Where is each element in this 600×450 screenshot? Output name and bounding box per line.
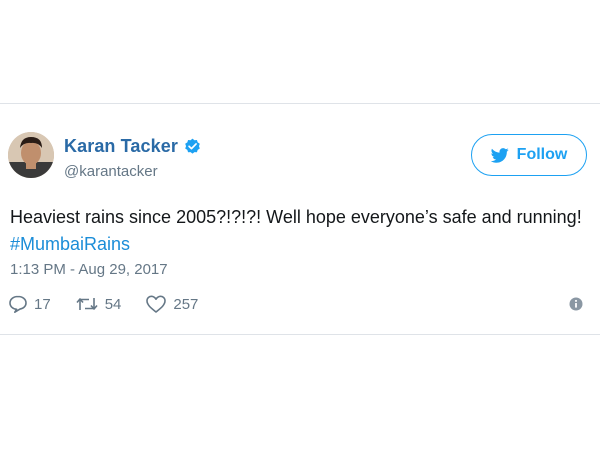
retweet-count: 54 [104, 295, 122, 313]
retweet-icon [76, 298, 98, 310]
follow-button-label: Follow [516, 146, 568, 163]
reply-icon [9, 295, 27, 313]
avatar-image [8, 132, 54, 178]
display-name[interactable]: Karan Tacker [64, 136, 178, 157]
verified-badge-icon [185, 138, 200, 154]
reply-count: 17 [34, 295, 51, 313]
display-name-row: Karan Tacker [64, 135, 201, 157]
like-count: 257 [173, 295, 199, 313]
like-action[interactable]: 257 [145, 294, 198, 314]
tweet-timestamp[interactable]: 1:13 PM - Aug 29, 2017 [10, 261, 168, 278]
info-icon[interactable] [569, 297, 583, 311]
user-handle[interactable]: @karantacker [64, 163, 158, 180]
tweet-body: Heaviest rains since 2005?!?!?! Well hop… [10, 207, 582, 227]
tweet-actions: 17 54 257 [8, 293, 222, 315]
avatar[interactable] [8, 132, 54, 178]
follow-button[interactable]: Follow [471, 134, 587, 176]
retweet-action[interactable]: 54 [75, 294, 122, 314]
heart-icon [146, 295, 167, 313]
page: Karan Tacker @karantacker Follow Heavies… [0, 0, 600, 450]
reply-action[interactable]: 17 [8, 294, 51, 314]
tweet-card: Karan Tacker @karantacker Follow Heavies… [0, 103, 600, 335]
twitter-bird-icon [490, 147, 509, 163]
hashtag-link[interactable]: #MumbaiRains [10, 234, 130, 254]
tweet-text: Heaviest rains since 2005?!?!?! Well hop… [10, 204, 592, 258]
